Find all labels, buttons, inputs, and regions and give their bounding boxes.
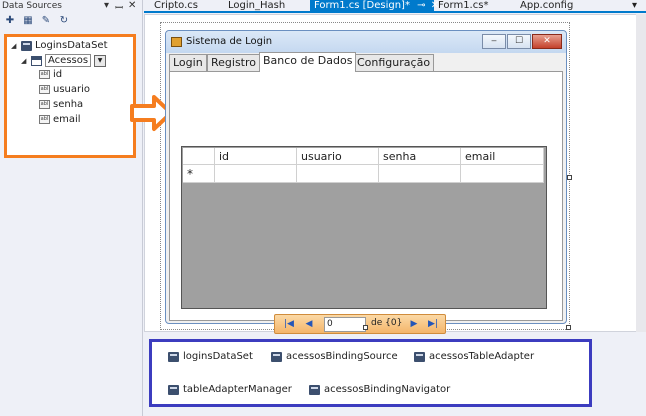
refresh-icon[interactable]: ↻ [57,15,71,29]
binding-navigator: |◀ ◀ 0 de {0} ▶ ▶| [274,314,446,334]
tab-banco-de-dados[interactable]: Banco de Dados [259,52,357,72]
data-sources-tree: ◢ LoginsDataSet ◢ Acessos ▼ abl id abl u… [4,34,136,158]
tree-node-field[interactable]: abl senha [39,99,83,110]
vertical-scrollbar[interactable] [636,14,646,332]
column-header-email[interactable]: email [461,148,544,165]
grid-cell[interactable] [379,165,461,183]
close-panel-icon[interactable]: ✕ [128,0,136,11]
move-first-icon[interactable]: |◀ [281,317,297,332]
tray-item-label: acessosBindingNavigator [324,384,451,395]
field-icon: abl [39,85,50,94]
move-last-icon[interactable]: ▶| [425,317,441,332]
tray-item-label: tableAdapterManager [183,384,292,395]
tray-item-loginsdataset[interactable]: loginsDataSet [168,351,253,362]
tray-item-label: loginsDataSet [183,351,253,362]
add-datasource-icon[interactable]: ✚ [3,15,17,29]
tab-form1-design[interactable]: Form1.cs [Design]* ⊸ ✕ [310,0,439,12]
tree-node-field[interactable]: abl usuario [39,84,90,95]
position-input[interactable]: 0 [324,317,366,332]
tab-login-hash[interactable]: Login_Hash [224,0,289,12]
data-sources-title: Data Sources [2,1,62,11]
form-window[interactable]: Sistema de Login ‒ ☐ ✕ Login Registro Ba… [165,30,567,334]
form-icon [171,37,182,47]
tab-registro[interactable]: Registro [207,54,261,71]
tab-page-body: id usuario senha email * |◀ ◀ 0 de {0} ▶… [169,71,563,334]
grid-cell[interactable] [297,165,379,183]
tab-configuracao[interactable]: Configuração [353,54,435,71]
new-row-marker: * [183,165,215,183]
table-adapter-icon [414,351,425,362]
tab-cripto[interactable]: Cripto.cs [150,0,202,12]
resize-handle[interactable] [567,175,572,180]
tab-overflow-icon[interactable]: ▾ [628,0,641,12]
tree-node-field[interactable]: abl email [39,114,81,125]
move-next-icon[interactable]: ▶ [406,317,422,332]
component-tray: loginsDataSet acessosBindingSource acess… [149,339,592,407]
panel-dropdown-icon[interactable]: ▾ [104,0,109,11]
collapse-triangle-icon[interactable]: ◢ [11,42,18,50]
tab-login[interactable]: Login [169,54,207,71]
tray-item-bindingsource[interactable]: acessosBindingSource [271,351,398,362]
form-title: Sistema de Login [186,36,273,47]
resize-handle[interactable] [363,325,368,330]
move-previous-icon[interactable]: ◀ [301,317,317,332]
document-tab-strip: Cripto.cs Login_Hash Form1.cs [Design]* … [144,0,646,13]
edit-dataset-icon[interactable]: ▦ [21,15,35,29]
binding-source-icon [271,351,282,362]
dataset-label: LoginsDataSet [35,40,108,51]
field-label: senha [53,99,84,110]
binding-navigator-icon [309,384,320,395]
column-header-usuario[interactable]: usuario [297,148,379,165]
field-icon: abl [39,70,50,79]
collapse-triangle-icon[interactable]: ◢ [21,57,28,65]
resize-handle[interactable] [566,325,571,330]
pin-icon[interactable]: ⊸ [417,0,425,11]
table-adapter-manager-icon [168,384,179,395]
dataset-icon [21,40,32,51]
row-header-corner [183,148,215,165]
minimize-button[interactable]: ‒ [482,34,506,49]
column-header-id[interactable]: id [215,148,297,165]
tree-node-dataset[interactable]: ◢ LoginsDataSet [11,40,108,51]
form-titlebar[interactable]: Sistema de Login ‒ ☐ ✕ [166,31,566,53]
maximize-button[interactable]: ☐ [507,34,531,49]
field-label: id [53,69,63,80]
chevron-down-icon[interactable]: ▼ [94,54,107,67]
configure-icon[interactable]: ✎ [39,15,53,29]
tray-item-label: acessosTableAdapter [429,351,535,362]
dataset-icon [168,351,179,362]
tree-node-field[interactable]: abl id [39,69,62,80]
tab-label: Form1.cs [Design]* [314,0,410,11]
table-label: Acessos [45,54,92,67]
grid-cell[interactable] [215,165,297,183]
tray-item-tableadaptermanager[interactable]: tableAdapterManager [168,384,292,395]
field-icon: abl [39,115,50,124]
pin-icon[interactable]: ꟷ [115,0,123,14]
tray-item-label: acessosBindingSource [286,351,398,362]
tree-node-table[interactable]: ◢ Acessos ▼ [21,54,107,67]
tab-app-config[interactable]: App.config [516,0,577,12]
field-icon: abl [39,100,50,109]
count-label: de {0} [371,318,403,328]
tray-item-bindingnavigator[interactable]: acessosBindingNavigator [309,384,450,395]
data-grid[interactable]: id usuario senha email * [181,146,547,309]
column-header-senha[interactable]: senha [379,148,461,165]
tab-form1-code[interactable]: Form1.cs* [434,0,492,12]
field-label: email [53,114,81,125]
field-label: usuario [53,84,91,95]
close-button[interactable]: ✕ [532,34,562,49]
data-sources-toolbar: ✚ ▦ ✎ ↻ [3,15,71,29]
tray-item-tableadapter[interactable]: acessosTableAdapter [414,351,534,362]
grid-cell[interactable] [461,165,544,183]
table-icon [31,55,42,66]
